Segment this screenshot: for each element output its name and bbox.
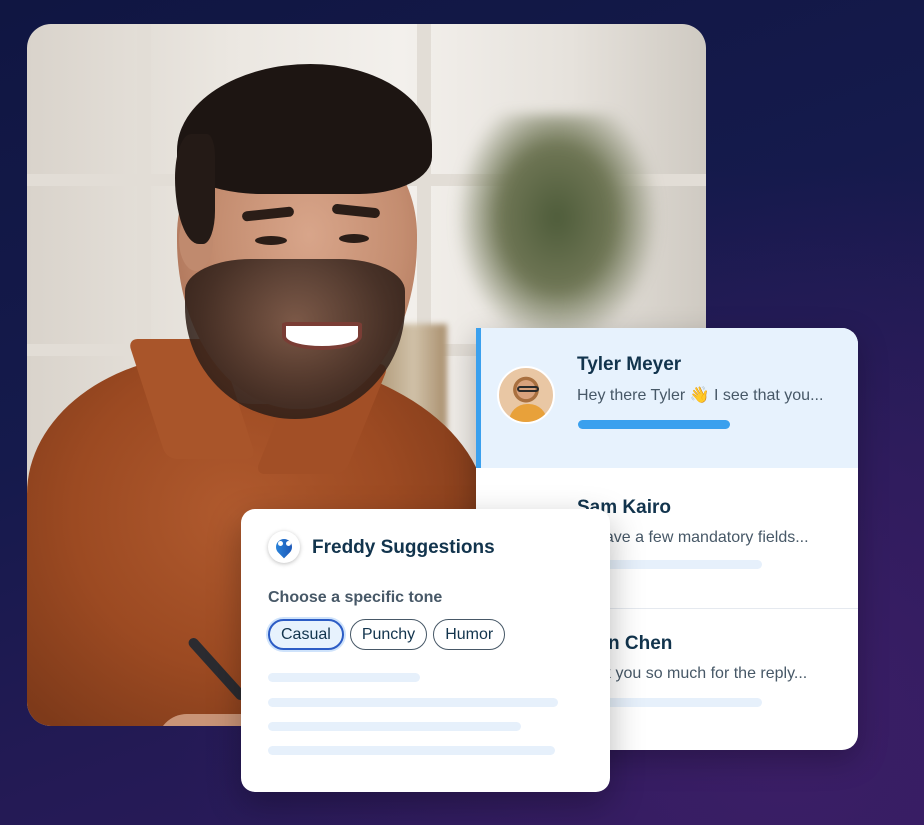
tone-chip-humor[interactable]: Humor (433, 619, 506, 650)
placeholder-bar (596, 560, 762, 569)
conversation-item-tyler-meyer[interactable]: Tyler Meyer Hey there Tyler 👋 I see that… (476, 328, 858, 468)
contact-name: Tyler Meyer (577, 354, 682, 375)
tone-label: Choose a specific tone (268, 589, 443, 606)
freddy-ai-icon (268, 531, 300, 563)
user-avatar (497, 366, 555, 424)
freddy-suggestions-card: Freddy Suggestions Choose a specific ton… (241, 509, 610, 792)
progress-bar (578, 420, 730, 429)
suggestion-placeholder-line (268, 698, 558, 707)
tone-chip-casual[interactable]: Casual (268, 619, 344, 650)
suggestion-placeholder-line (268, 746, 555, 755)
message-preview: Hey there Tyler 👋 I see that you... (577, 387, 824, 404)
contact-name: n Chen (608, 633, 673, 654)
card-title: Freddy Suggestions (312, 537, 495, 558)
placeholder-bar (596, 698, 762, 707)
suggestion-placeholder-line (268, 722, 521, 731)
tone-chip-punchy[interactable]: Punchy (349, 619, 428, 650)
tone-chip-group: Casual Punchy Humor (268, 619, 506, 650)
suggestion-placeholder-line (268, 673, 420, 682)
message-preview: k you so much for the reply... (603, 665, 808, 682)
message-preview: have a few mandatory fields... (596, 529, 809, 546)
